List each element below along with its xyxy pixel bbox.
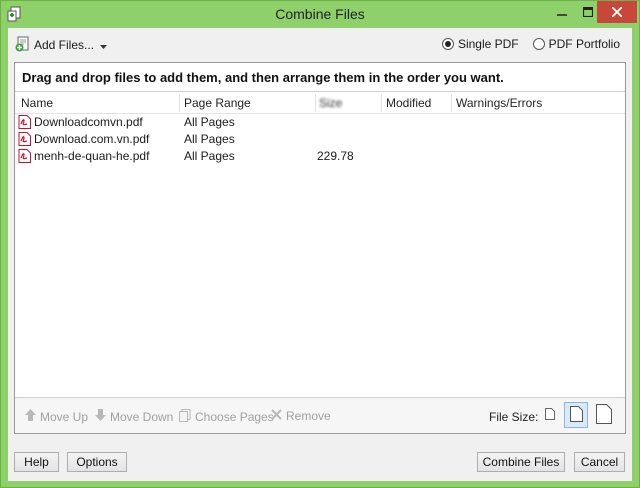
- file-row[interactable]: Downloadcomvn.pdf All Pages: [15, 114, 625, 131]
- minimize-icon: [557, 14, 567, 16]
- remove-label: Remove: [286, 409, 331, 423]
- maximize-icon: [583, 7, 593, 17]
- combine-files-button[interactable]: Combine Files: [477, 452, 565, 472]
- file-name: menh-de-quan-he.pdf: [34, 149, 150, 163]
- choose-pages-button[interactable]: Choose Pages: [179, 409, 274, 425]
- close-button[interactable]: [597, 1, 637, 23]
- radio-selected-dot: [444, 41, 451, 47]
- remove-button[interactable]: Remove: [271, 409, 331, 423]
- column-header-warnings[interactable]: Warnings/Errors: [456, 96, 542, 110]
- remove-icon: [271, 409, 282, 423]
- title-bar[interactable]: Combine Files: [1, 1, 639, 27]
- column-header-size[interactable]: Size: [319, 96, 342, 110]
- move-up-button[interactable]: Move Up: [25, 409, 88, 424]
- pdf-file-icon: [18, 115, 31, 129]
- arrow-down-icon: [95, 409, 106, 424]
- column-headers: Name Page Range Size Modified Warnings/E…: [15, 92, 625, 114]
- single-pdf-radio[interactable]: Single PDF: [441, 37, 519, 51]
- large-page-icon: [596, 403, 612, 427]
- choose-pages-label: Choose Pages: [195, 410, 274, 424]
- cancel-button[interactable]: Cancel: [574, 452, 625, 472]
- file-page-range: All Pages: [184, 115, 235, 129]
- options-button[interactable]: Options: [67, 452, 127, 472]
- file-name: Downloadcomvn.pdf: [34, 115, 143, 129]
- window-title: Combine Files: [275, 6, 365, 22]
- combine-files-window: Combine Files Add Files... Single PDF PD…: [0, 0, 640, 488]
- file-page-range: All Pages: [184, 132, 235, 146]
- move-down-button[interactable]: Move Down: [95, 409, 173, 424]
- pdf-file-icon: [18, 132, 31, 146]
- small-page-icon: [545, 407, 555, 423]
- file-size-small-button[interactable]: [538, 402, 562, 428]
- dialog-body: Add Files... Single PDF PDF Portfolio Dr…: [8, 28, 632, 481]
- file-rows: Downloadcomvn.pdf All Pages Download.com…: [15, 114, 625, 165]
- file-size-default-button[interactable]: [564, 402, 588, 428]
- add-files-label: Add Files...: [34, 38, 95, 52]
- pdf-portfolio-label: PDF Portfolio: [548, 37, 620, 51]
- add-files-dropdown[interactable]: Add Files...: [15, 35, 108, 55]
- add-files-icon: [15, 36, 31, 55]
- output-type-options: Single PDF PDF Portfolio: [441, 37, 620, 51]
- pdf-file-icon: [18, 149, 31, 163]
- instruction-banner: Drag and drop files to add them, and the…: [15, 63, 625, 92]
- move-up-label: Move Up: [40, 409, 89, 424]
- close-icon: [612, 7, 622, 17]
- file-name: Download.com.vn.pdf: [34, 132, 150, 146]
- chevron-down-icon: [100, 38, 108, 52]
- move-down-label: Move Down: [110, 409, 174, 424]
- column-header-modified[interactable]: Modified: [386, 96, 431, 110]
- arrow-up-icon: [25, 409, 36, 424]
- file-size-large-button[interactable]: [592, 402, 616, 428]
- column-header-name[interactable]: Name: [21, 96, 53, 110]
- file-actions-bar: Move Up Move Down Choose Pages Remove Fi…: [15, 397, 625, 433]
- file-size-value: 229.78: [317, 149, 354, 163]
- file-row[interactable]: menh-de-quan-he.pdf All Pages 229.78: [15, 148, 625, 165]
- toolbar: Add Files... Single PDF PDF Portfolio: [8, 28, 632, 62]
- file-size-label: File Size:: [489, 410, 539, 424]
- column-header-page-range[interactable]: Page Range: [184, 96, 251, 110]
- help-button[interactable]: Help: [14, 452, 59, 472]
- pages-icon: [179, 409, 191, 425]
- pdf-portfolio-radio[interactable]: PDF Portfolio: [532, 37, 620, 51]
- minimize-button[interactable]: [549, 1, 575, 23]
- single-pdf-label: Single PDF: [457, 37, 519, 51]
- file-page-range: All Pages: [184, 149, 235, 163]
- medium-page-icon: [569, 405, 583, 425]
- file-row[interactable]: Download.com.vn.pdf All Pages: [15, 131, 625, 148]
- file-list-panel: Drag and drop files to add them, and the…: [14, 62, 626, 434]
